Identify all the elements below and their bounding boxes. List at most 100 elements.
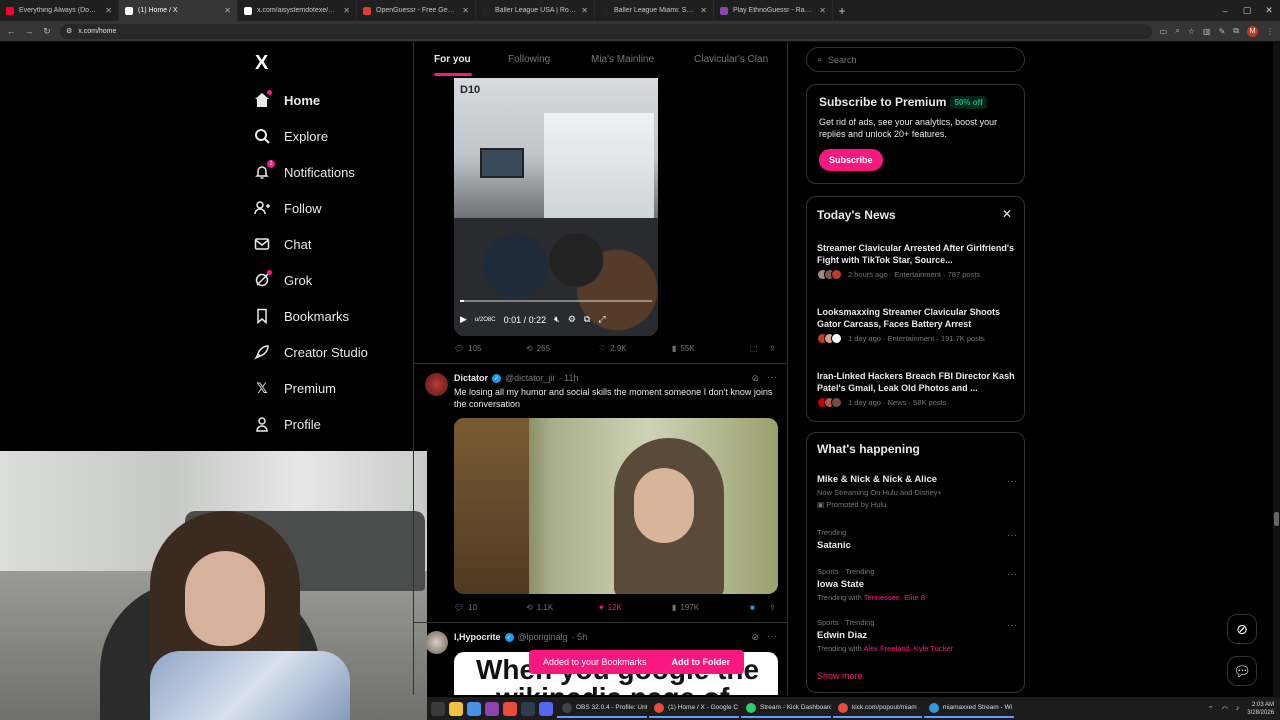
new-tab-button[interactable]: + — [833, 4, 851, 18]
nav-item-grok[interactable]: Grok — [254, 268, 312, 292]
more-icon[interactable]: ··· — [767, 631, 777, 642]
grok-float-button[interactable]: ⊘ — [1227, 614, 1257, 644]
news-item[interactable]: Looksmaxxing Streamer Clavicular Shoots … — [817, 306, 1017, 344]
minimize-icon[interactable]: – — [1214, 6, 1236, 16]
browser-tab[interactable]: (1) Home / X ✕ — [119, 0, 238, 21]
clock[interactable]: 2:03 AM 3/28/2026 — [1247, 701, 1274, 717]
app-icon[interactable] — [485, 701, 499, 716]
grok-explain-icon[interactable]: ⊘ — [751, 632, 759, 643]
close-icon[interactable]: ✕ — [1002, 207, 1012, 221]
nav-item-explore[interactable]: Explore — [254, 124, 328, 148]
wifi-icon[interactable]: ◠ — [1222, 705, 1228, 713]
zoom-icon[interactable]: ⌕ — [1175, 26, 1179, 36]
close-tab-icon[interactable]: ✕ — [224, 6, 231, 15]
avatar[interactable] — [425, 373, 448, 396]
close-tab-icon[interactable]: ✕ — [581, 6, 588, 15]
x-logo[interactable]: X — [255, 52, 268, 75]
tweet-video[interactable]: D10 ▶ u/2O8C 0:01 / 0:22 🔇︎ ⚙ ⧉ ⤢ — [454, 78, 658, 336]
close-window-icon[interactable]: ✕ — [1258, 5, 1280, 16]
author-handle[interactable]: @dictator_jii — [505, 373, 555, 383]
trend-item[interactable]: Mike & Nick & Nick & Alice Now Streaming… — [817, 474, 1017, 509]
nav-item-premium[interactable]: 𝕏 Premium — [254, 376, 336, 400]
like-button[interactable]: ♡ 2.9K — [599, 344, 672, 353]
avatar[interactable] — [425, 631, 448, 654]
close-tab-icon[interactable]: ✕ — [700, 6, 707, 15]
app-icon[interactable] — [521, 701, 535, 716]
star-icon[interactable]: ☆ — [1188, 27, 1195, 36]
profile-avatar[interactable]: M — [1247, 25, 1258, 37]
maximize-icon[interactable]: ▢ — [1236, 5, 1258, 16]
extensions-puzzle-icon[interactable]: ⧉ — [1233, 26, 1239, 36]
start-icon[interactable] — [431, 701, 445, 716]
tweet-time[interactable]: · 5h — [572, 632, 588, 642]
repost-button[interactable]: ⟲ 1.1K — [526, 603, 599, 612]
file-explorer-icon[interactable] — [449, 701, 463, 716]
close-tab-icon[interactable]: ✕ — [343, 6, 350, 15]
nav-item-follow[interactable]: Follow — [254, 196, 322, 220]
volume-icon[interactable]: ♪ — [1236, 705, 1240, 712]
chrome-icon[interactable] — [503, 701, 517, 716]
trend-links[interactable]: Alex Freeland, Kyle Tucker — [863, 644, 953, 653]
app-icon[interactable] — [467, 701, 481, 716]
tweet-image[interactable] — [454, 418, 778, 594]
tab-following[interactable]: Following — [508, 54, 550, 65]
nav-item-bookmarks[interactable]: Bookmarks — [254, 304, 349, 328]
trend-links[interactable]: Tennessee, Elite 8 — [864, 593, 925, 602]
tab-claviculars-clan[interactable]: Clavicular's Clan — [694, 54, 768, 65]
more-icon[interactable]: ··· — [767, 372, 777, 383]
taskbar-window[interactable]: (1) Home / X - Google C — [649, 699, 739, 718]
subscribe-button[interactable]: Subscribe — [819, 149, 883, 172]
more-icon[interactable]: ··· — [1007, 569, 1017, 580]
add-to-folder-button[interactable]: Add to Folder — [672, 657, 731, 667]
taskbar-window[interactable]: kick.com/popout/miam — [833, 699, 922, 718]
reload-icon[interactable]: ↻ — [42, 26, 52, 37]
more-icon[interactable]: ··· — [1007, 620, 1017, 631]
author-handle[interactable]: @lporiginalg — [518, 632, 568, 642]
close-tab-icon[interactable]: ✕ — [819, 6, 826, 15]
news-item[interactable]: Iran-Linked Hackers Breach FBI Director … — [817, 370, 1017, 408]
nav-item-chat[interactable]: Chat — [254, 232, 311, 256]
bookmark-button[interactable]: ⬚ — [750, 344, 769, 353]
more-icon[interactable]: ··· — [1007, 476, 1017, 487]
video-scrubber[interactable] — [460, 300, 652, 302]
nav-item-profile[interactable]: Profile — [254, 412, 321, 436]
more-icon[interactable]: ··· — [1007, 530, 1017, 541]
url-field[interactable]: ⚙ x.com/home — [60, 23, 1152, 39]
browser-tab[interactable]: Play EthnoGuessr - Race Guess ✕ — [714, 0, 833, 21]
play-icon[interactable]: ▶ — [460, 314, 467, 325]
fullscreen-icon[interactable]: ⤢ — [598, 314, 605, 325]
reply-button[interactable]: 💬︎ 10 — [454, 603, 526, 612]
discord-icon[interactable] — [539, 701, 553, 716]
nav-item-creator-studio[interactable]: Creator Studio — [254, 340, 368, 364]
settings-icon[interactable]: ⚙ — [568, 314, 576, 325]
trend-item[interactable]: Sports · Trending Edwin Diaz Trending wi… — [817, 618, 1017, 653]
pip-icon[interactable]: ⧉ — [584, 314, 590, 325]
share-button[interactable]: ⇪ — [769, 603, 776, 612]
messages-float-button[interactable]: 💬︎ — [1227, 656, 1257, 686]
browser-tab[interactable]: Baller League Miami: Season 1 ✕ — [595, 0, 714, 21]
sidepanel-icon[interactable]: ▥ — [1203, 27, 1211, 36]
close-tab-icon[interactable]: ✕ — [105, 6, 112, 15]
taskbar-window[interactable]: OBS 32.0.4 - Profile: Unt — [557, 699, 647, 718]
forward-icon[interactable]: → — [24, 26, 34, 36]
tray-icon[interactable]: ⌃ — [1208, 705, 1214, 713]
trend-item[interactable]: Trending Satanic ··· — [817, 528, 1017, 551]
browser-tab[interactable]: Baller League USA | Ronaldinh ✕ — [476, 0, 595, 21]
views-button[interactable]: ▮ 55K — [672, 344, 750, 353]
show-more-link[interactable]: Show more — [817, 671, 863, 681]
back-icon[interactable]: ← — [6, 26, 16, 36]
grok-explain-icon[interactable]: ⊘ — [751, 373, 759, 384]
browser-tab[interactable]: x.com/aisystemdotexe/status/2 ✕ — [238, 0, 357, 21]
nav-item-notifications[interactable]: 1 Notifications — [254, 160, 355, 184]
reply-button[interactable]: 💬︎ 105 — [454, 344, 526, 353]
author-name[interactable]: l,Hypocrite — [454, 632, 501, 642]
tab-mias-mainline[interactable]: Mia's Mainline — [591, 54, 654, 65]
repost-button[interactable]: ⟲ 265 — [526, 344, 599, 353]
tweet-time[interactable]: · 11h — [559, 373, 579, 383]
taskbar-window[interactable]: miamaxxed Stream - Wi — [923, 699, 1014, 718]
browser-tab[interactable]: OpenGuessr - Free GeoGu ✕ — [357, 0, 476, 21]
taskbar-window[interactable]: Stream - Kick Dashboard — [741, 699, 831, 718]
trend-item[interactable]: Sports · Trending Iowa State Trending wi… — [817, 567, 1017, 602]
tab-for-you[interactable]: For you — [434, 54, 471, 65]
site-info-icon[interactable]: ⚙ — [66, 27, 72, 35]
